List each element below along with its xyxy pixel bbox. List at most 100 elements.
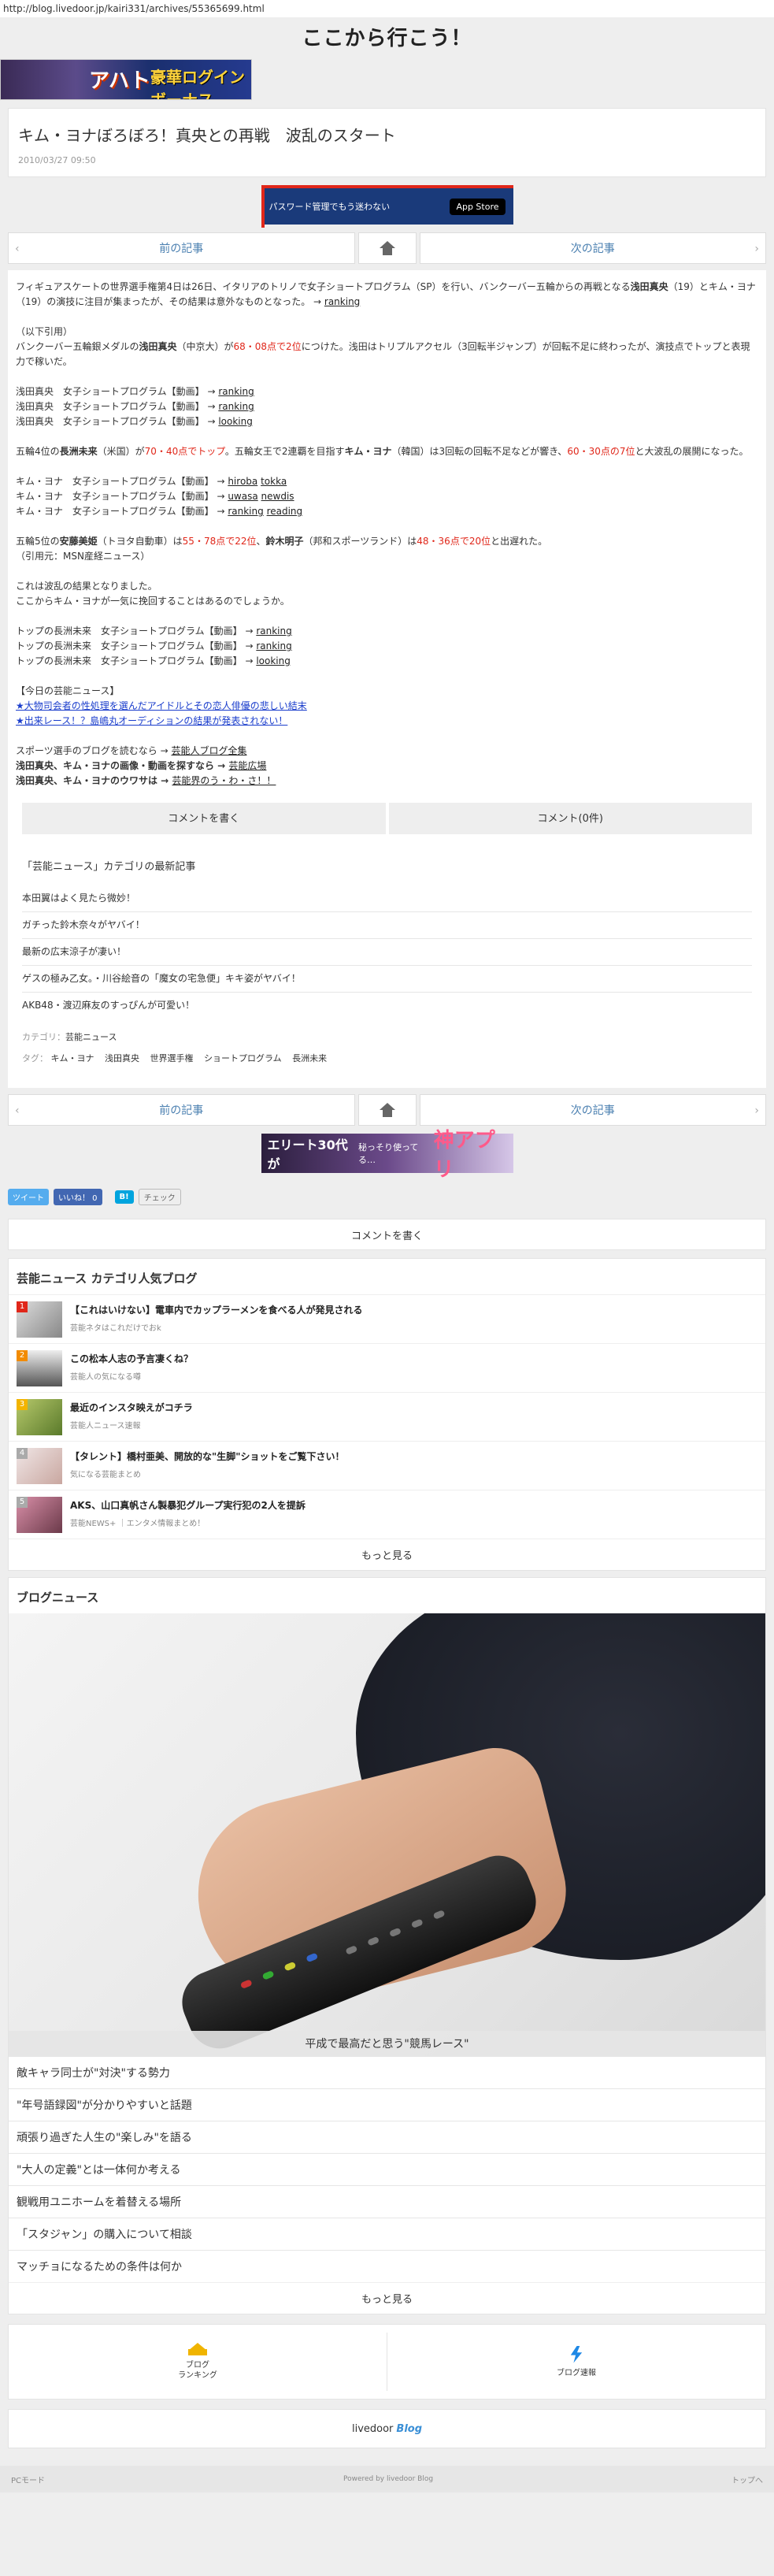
social-buttons: ツイート いいね！ 0 B! チェック — [8, 1181, 766, 1212]
news-link[interactable]: ★大物司会者の性処理を選んだアイドルとその恋人俳優の悲しい結末 — [16, 700, 307, 711]
text: トップの長洲未来 女子ショートプログラム【動画】 → — [16, 625, 257, 637]
prev-article-button[interactable]: ‹ 前の記事 — [8, 232, 355, 264]
remote-button — [239, 1979, 253, 1989]
tag-link[interactable]: キム・ヨナ — [51, 1053, 94, 1063]
video-link[interactable]: reading — [267, 506, 303, 517]
hatena-button[interactable]: B! — [114, 1190, 134, 1204]
today-news-item: ★出来レース！？島嶋丸オーディションの結果が発表されない！ — [16, 714, 758, 729]
video-link[interactable]: hiroba — [228, 476, 257, 487]
thumbnail: 1 — [17, 1301, 62, 1338]
password-app-banner[interactable]: パスワード管理でもう迷わない App Store — [261, 185, 513, 228]
top-banner[interactable]: アハト 豪華ログインボーナス — [0, 59, 774, 100]
article-title: キム・ヨナぼろぼろ！真央との再戦 波乱のスタート — [18, 126, 396, 145]
more-button[interactable]: もっと見る — [9, 2282, 765, 2314]
write-comment-button[interactable]: コメントを書く — [8, 1219, 766, 1250]
name: 浅田真央 — [139, 341, 177, 352]
rank-item[interactable]: 1 【これはいけない】電車内でカップラーメンを食べる人が発見される 芸能ネタはこれ… — [9, 1294, 765, 1343]
chevron-right-icon: › — [754, 1104, 759, 1117]
video-link[interactable]: ranking — [228, 506, 263, 517]
video-link[interactable]: ranking — [256, 640, 291, 651]
thumbnail: 4 — [17, 1448, 62, 1484]
video-link[interactable]: tokka — [261, 476, 287, 487]
game-banner[interactable]: アハト 豪華ログインボーナス — [0, 59, 252, 100]
home-icon — [379, 1103, 395, 1117]
news-link[interactable]: ★出来レース！？島嶋丸オーディションの結果が発表されない！ — [16, 715, 287, 726]
next-article-button[interactable]: 次の記事 › — [419, 1094, 766, 1126]
news-item[interactable]: 「スタジャン」の購入について相談 — [9, 2218, 765, 2250]
citation: （引用元：MSN産経ニュース） — [16, 551, 150, 562]
video-link[interactable]: looking — [218, 416, 253, 427]
livedoor-blog-logo[interactable]: livedoor Blog — [8, 2409, 766, 2448]
ad-banner-area: エリート30代が 秘っそり使ってる… 神アプリ — [0, 1126, 774, 1182]
prev-article-button[interactable]: ‹ 前の記事 — [8, 1094, 355, 1126]
name: 鈴木明子 — [265, 536, 304, 547]
home-button[interactable] — [357, 1094, 417, 1126]
news-item[interactable]: 敵キャラ同士が"対決"する勢力 — [9, 2056, 765, 2088]
like-button[interactable]: いいね！ 0 — [54, 1188, 102, 1205]
rank-title: 最近のインスタ映えがコチラ — [70, 1402, 193, 1413]
news-item[interactable]: "年号語録図"が分かりやすいと話題 — [9, 2088, 765, 2121]
app-store-badge[interactable]: App Store — [450, 198, 506, 215]
video-link[interactable]: uwasa — [228, 491, 257, 502]
pc-mode-link[interactable]: PCモード — [11, 2474, 45, 2485]
next-article-button[interactable]: 次の記事 › — [419, 232, 766, 264]
news-item[interactable]: マッチョになるための条件は何か — [9, 2250, 765, 2282]
write-comment-button[interactable]: コメントを書く — [22, 803, 386, 834]
video-line: 浅田真央 女子ショートプログラム【動画】 → looking — [16, 414, 758, 429]
home-button[interactable] — [357, 232, 417, 264]
list-item[interactable]: 本田翼はよく見たら微妙！ — [22, 885, 752, 912]
list-item[interactable]: ガチった鈴木奈々がヤバイ！ — [22, 912, 752, 939]
check-button[interactable]: チェック — [138, 1188, 181, 1205]
article-date: 2010/03/27 09:50 — [18, 155, 96, 165]
category-line: カテゴリ：芸能ニュース — [22, 1030, 752, 1045]
video-link[interactable]: ranking — [218, 386, 254, 397]
related-link[interactable]: 芸能広場 — [228, 760, 266, 771]
video-link[interactable]: ranking — [256, 625, 291, 637]
rank-item[interactable]: 5 AKS、山口真帆さん製暴犯グループ実行犯の2人を提訴 芸能NEWS+ ｜エンタ… — [9, 1490, 765, 1539]
news-hero-image[interactable]: 平成で最高だと思う"競馬レース" — [9, 1613, 765, 2056]
text: 浅田真央 女子ショートプログラム【動画】 → — [16, 386, 219, 397]
related-link[interactable]: 芸能界のう・わ・さ！！ — [172, 775, 276, 786]
video-line: キム・ヨナ 女子ショートプログラム【動画】 → ranking reading — [16, 504, 758, 519]
blog-ranking-link[interactable]: ブログ ランキング — [9, 2325, 387, 2399]
related-link[interactable]: 芸能人ブログ全集 — [171, 745, 246, 756]
list-item[interactable]: AKB48・渡辺麻友のすっぴんが可愛い！ — [22, 993, 752, 1019]
rank-item[interactable]: 4 【タレント】橋村亜美、開放的な"生脚"ショットをご覧下さい！ 気になる芸能まと… — [9, 1441, 765, 1490]
next-article-label: 次の記事 — [570, 1104, 615, 1117]
comment-count-button[interactable]: コメント(0件) — [388, 803, 752, 834]
list-item[interactable]: 最新の広末涼子が凄い！ — [22, 939, 752, 966]
news-item[interactable]: "大人の定義"とは一体何か考える — [9, 2153, 765, 2185]
rank-item[interactable]: 2 この松本人志の予言凄くね？ 芸能人の気になる噂 — [9, 1343, 765, 1392]
news-item[interactable]: 頑張り過ぎた人生の"楽しみ"を語る — [9, 2121, 765, 2153]
rank-title: 【これはいけない】電車内でカップラーメンを食べる人が発見される — [70, 1305, 363, 1316]
tag-link[interactable]: 世界選手権 — [150, 1053, 194, 1063]
category-link[interactable]: 芸能ニュース — [65, 1032, 117, 1042]
blog-quick-news-link[interactable]: ブログ速報 — [387, 2325, 765, 2399]
text: 五輪4位の — [16, 446, 60, 457]
tweet-button[interactable]: ツイート — [8, 1188, 49, 1205]
rank-source: 気になる芸能まとめ — [70, 1471, 141, 1479]
more-button[interactable]: もっと見る — [9, 1539, 765, 1570]
tag-link[interactable]: 長洲未来 — [292, 1053, 327, 1063]
rank-source: 芸能ネタはこれだけでおk — [70, 1324, 161, 1333]
tag-link[interactable]: ショートプログラム — [204, 1053, 282, 1063]
video-link[interactable]: ranking — [218, 401, 254, 412]
banner-accent — [261, 185, 265, 228]
remote-button — [432, 1910, 446, 1920]
app-ad-banner[interactable]: エリート30代が 秘っそり使ってる… 神アプリ — [261, 1129, 513, 1182]
rank-source: 芸能人ニュース速報 — [70, 1422, 141, 1431]
thumbnail: 3 — [17, 1399, 62, 1435]
list-item[interactable]: ゲスの極み乙女。・川谷絵音の「魔女の宅急便」キキ姿がヤバイ！ — [22, 966, 752, 993]
remote-button — [367, 1936, 380, 1947]
video-link[interactable]: newdis — [261, 491, 294, 502]
logo-blog-text: Blog — [396, 2422, 423, 2435]
ranking-link[interactable]: ranking — [324, 296, 360, 307]
related-line: 浅田真央、キム・ヨナの画像・動画を探すなら → 芸能広場 — [16, 759, 758, 774]
back-to-top-link[interactable]: トップへ — [731, 2474, 763, 2485]
video-link[interactable]: looking — [256, 655, 291, 666]
rank-item[interactable]: 3 最近のインスタ映えがコチラ 芸能人ニュース速報 — [9, 1392, 765, 1441]
tag-link[interactable]: 浅田真央 — [105, 1053, 139, 1063]
site-title[interactable]: ここから行こう！ — [0, 17, 774, 59]
banner-subtitle: 豪華ログインボーナス — [150, 68, 245, 100]
news-item[interactable]: 観戦用ユニホームを着替える場所 — [9, 2185, 765, 2218]
